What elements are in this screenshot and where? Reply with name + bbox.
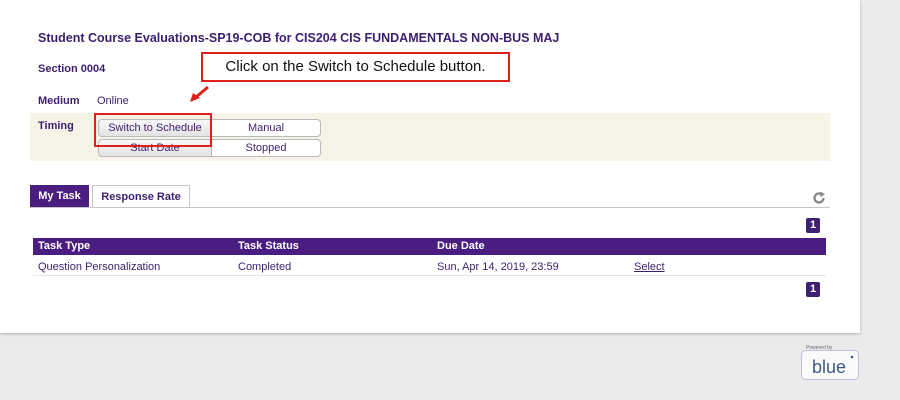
task-status-cell: Completed <box>238 261 292 273</box>
brand-text: blue <box>812 357 846 377</box>
manual-mode-indicator: Manual <box>211 119 321 137</box>
page-number-top[interactable]: 1 <box>806 218 820 233</box>
section-label: Section 0004 <box>38 63 106 75</box>
refresh-icon[interactable] <box>812 191 826 205</box>
timing-label: Timing <box>38 120 74 132</box>
row-divider <box>33 275 826 276</box>
tab-response-rate[interactable]: Response Rate <box>92 185 190 208</box>
task-type-cell: Question Personalization <box>38 261 161 273</box>
medium-value: Online <box>97 95 129 107</box>
due-date-cell: Sun, Apr 14, 2019, 23:59 <box>437 261 559 273</box>
page-number-bottom[interactable]: 1 <box>806 282 820 297</box>
highlight-box <box>94 113 212 147</box>
header-task-type: Task Type <box>38 240 91 252</box>
powered-by-label: Powered by <box>806 345 833 351</box>
tab-my-task[interactable]: My Task <box>30 185 89 208</box>
arrow-icon <box>190 85 209 102</box>
main-panel: Student Course Evaluations-SP19-COB for … <box>0 0 860 333</box>
header-task-status: Task Status <box>238 240 299 252</box>
tab-divider <box>30 207 830 208</box>
timing-status: Stopped <box>211 139 321 157</box>
select-link[interactable]: Select <box>634 261 665 273</box>
page-title: Student Course Evaluations-SP19-COB for … <box>38 31 560 45</box>
task-table-header: Task Type Task Status Due Date <box>33 238 826 255</box>
header-due-date: Due Date <box>437 240 485 252</box>
medium-label: Medium <box>38 95 80 107</box>
instruction-callout: Click on the Switch to Schedule button. <box>201 52 510 82</box>
